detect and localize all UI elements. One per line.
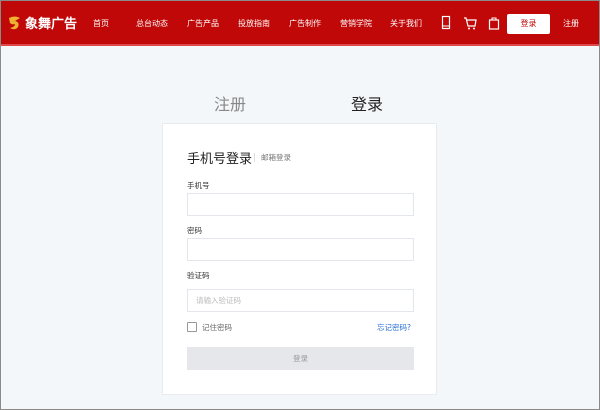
login-card: 手机号登录 邮箱登录 手机号 密码 验证码 记住密码 忘记密码? 登录 bbox=[162, 123, 437, 395]
logo-icon bbox=[9, 16, 20, 29]
remember-label[interactable]: 记住密码 bbox=[202, 322, 232, 333]
remember-checkbox[interactable] bbox=[187, 322, 197, 332]
brand-logo[interactable]: 象舞广告 bbox=[7, 13, 77, 32]
email-login-link[interactable]: 邮箱登录 bbox=[261, 152, 291, 163]
nav-about[interactable]: 关于我们 bbox=[390, 1, 422, 46]
top-nav-bar: 象舞广告 首页 总台动态 广告产品 投放指南 广告制作 营销学院 关于我们 登录… bbox=[1, 1, 599, 46]
nav-home[interactable]: 首页 bbox=[93, 1, 109, 46]
cart-icon[interactable] bbox=[463, 15, 477, 31]
nav-production[interactable]: 广告制作 bbox=[289, 1, 321, 46]
nav-academy[interactable]: 营销学院 bbox=[340, 1, 372, 46]
brand-name: 象舞广告 bbox=[25, 17, 78, 32]
header-login-button[interactable]: 登录 bbox=[507, 14, 550, 34]
phone-label: 手机号 bbox=[187, 181, 210, 190]
phone-input[interactable] bbox=[187, 193, 414, 216]
password-input[interactable] bbox=[187, 238, 414, 261]
bag-icon[interactable] bbox=[488, 15, 500, 31]
captcha-label: 验证码 bbox=[187, 271, 210, 280]
mobile-icon[interactable] bbox=[441, 15, 451, 31]
divider bbox=[254, 153, 255, 162]
nav-guide[interactable]: 投放指南 bbox=[238, 1, 270, 46]
forgot-password-link[interactable]: 忘记密码? bbox=[377, 322, 411, 333]
tab-register[interactable]: 注册 bbox=[214, 91, 246, 115]
form-title: 手机号登录 bbox=[187, 152, 253, 167]
nav-products[interactable]: 广告产品 bbox=[187, 1, 219, 46]
captcha-input[interactable] bbox=[187, 289, 414, 312]
login-submit-button[interactable]: 登录 bbox=[187, 347, 414, 370]
nav-news[interactable]: 总台动态 bbox=[136, 1, 168, 46]
tab-login[interactable]: 登录 bbox=[351, 91, 383, 115]
password-label: 密码 bbox=[187, 226, 202, 235]
header-register-link[interactable]: 注册 bbox=[563, 1, 579, 46]
